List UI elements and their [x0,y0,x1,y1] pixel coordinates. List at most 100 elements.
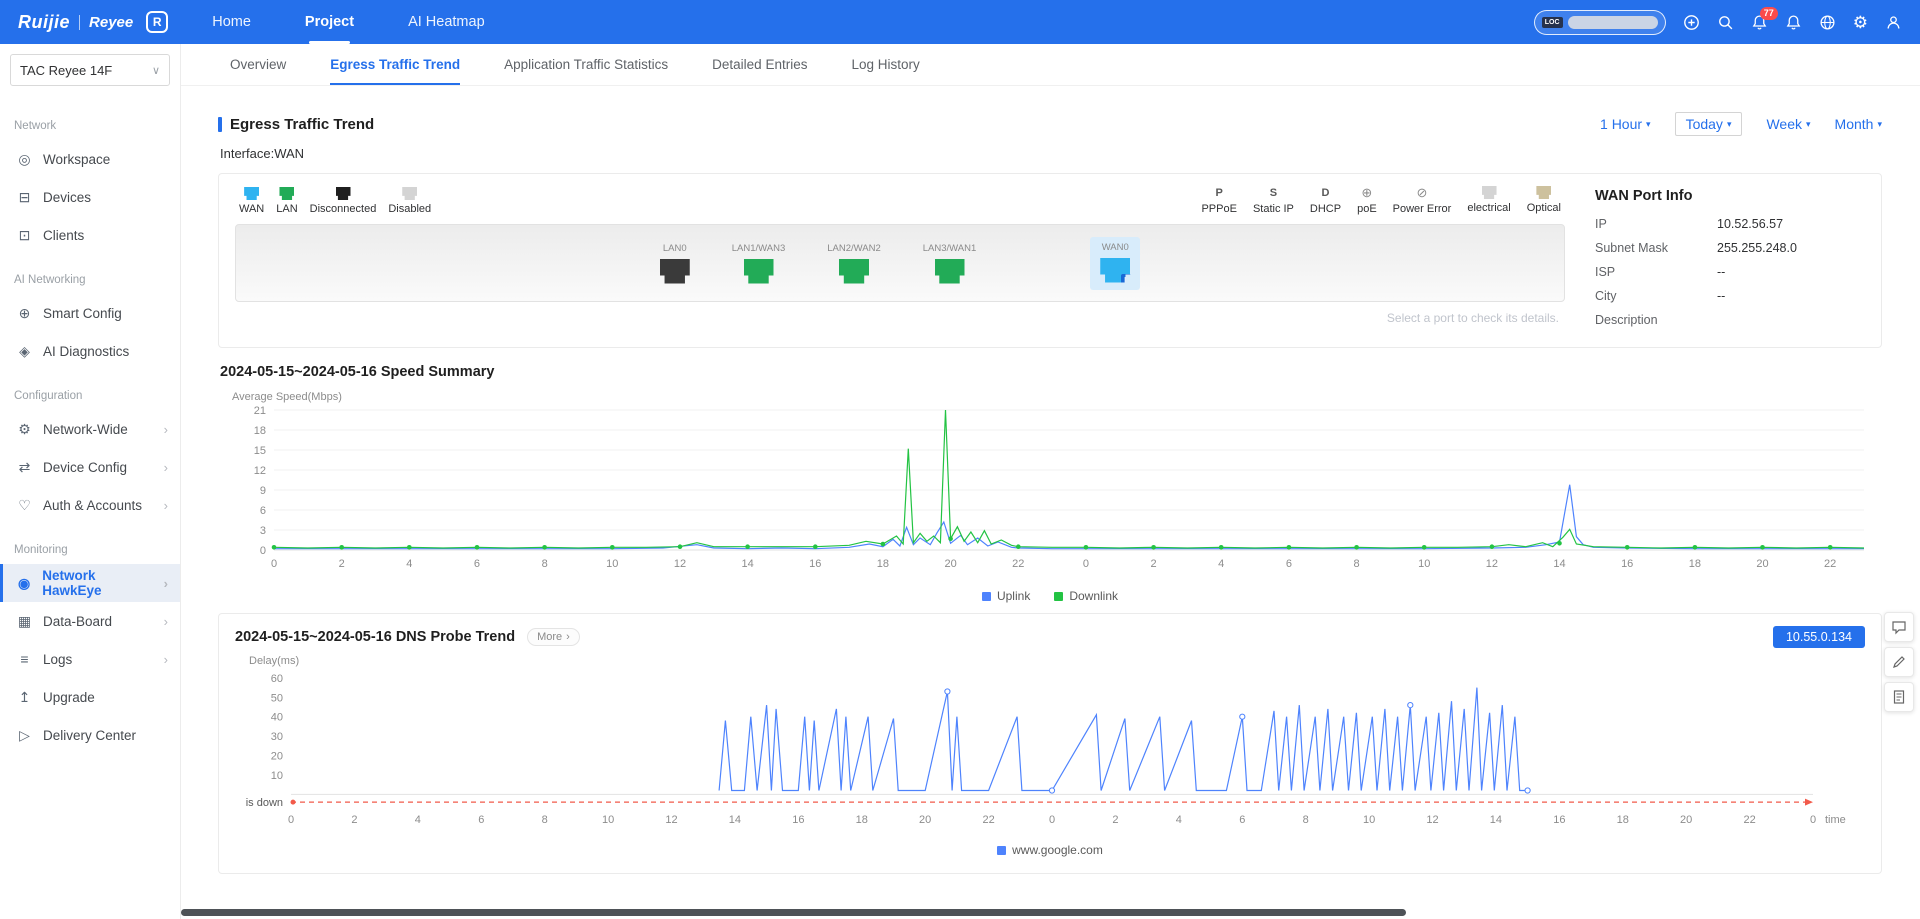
sidebar-item-workspace[interactable]: ◎Workspace [0,140,180,178]
port-lan0[interactable]: LAN0 [660,243,690,284]
settings-button[interactable]: ⚙ [1853,14,1868,31]
speed-summary-title: 2024-05-15~2024-05-16 Speed Summary [220,364,1882,380]
sidebar-item-network-hawkeye[interactable]: ◉Network HawkEye› [0,564,180,602]
floating-toolbar [1884,612,1914,712]
mode-legend-pppoe: PPPPoE [1201,186,1236,215]
search-button[interactable] [1717,14,1734,31]
mode-letter: S [1270,186,1277,200]
port-wan0[interactable]: WAN0D [1090,237,1140,290]
language-button[interactable] [1819,14,1836,31]
project-selector-label: TAC Reyee 14F [20,63,148,78]
svg-text:0: 0 [1810,814,1816,826]
svg-text:18: 18 [1617,814,1629,826]
time-filter-1-hour[interactable]: 1 Hour▾ [1600,116,1651,132]
chevron-right-icon: › [164,422,168,437]
port-mode-legend: PPPPoESStatic IPDDHCP⊕poE⊘Power Errorele… [1201,186,1561,215]
svg-text:time: time [1825,814,1846,826]
sidebar-item-network-wide[interactable]: ⚙Network-Wide› [0,410,180,448]
sidebar-item-upgrade[interactable]: ↥Upgrade [0,678,180,716]
port-legend-wan: WAN [239,187,264,215]
port-label: LAN2/WAN2 [827,243,881,254]
wan-info-row-ip: IP10.52.56.57 [1595,217,1859,231]
document-button[interactable] [1884,682,1914,712]
sidebar-item-devices[interactable]: ⊟Devices [0,178,180,216]
sidebar-item-device-config[interactable]: ⇄Device Config› [0,448,180,486]
feedback-chat-button[interactable] [1884,612,1914,642]
sidebar-item-smart-config[interactable]: ⊕Smart Config [0,294,180,332]
rj45-port-icon [935,259,965,284]
time-filter-label: Week [1766,116,1802,132]
wan-info-row-city: City-- [1595,289,1859,303]
chevron-right-icon: › [566,631,570,643]
dns-probe-chart[interactable]: 1020304050600246810121416182022024681012… [235,650,1865,843]
svg-text:0: 0 [1083,558,1089,570]
tab-application-traffic-statistics[interactable]: Application Traffic Statistics [504,44,668,85]
add-project-button[interactable] [1683,14,1700,31]
ai-diagnostics-icon: ◈ [16,343,33,360]
legend-www-google-com: www.google.com [997,843,1103,857]
more-button[interactable]: More › [527,628,580,646]
svg-text:12: 12 [1486,558,1498,570]
wan-info-label: City [1595,289,1717,303]
svg-text:40: 40 [271,712,283,724]
svg-text:10: 10 [606,558,618,570]
mode-legend-dhcp: DDHCP [1310,186,1341,215]
brand-divider [79,15,80,30]
account-button[interactable] [1885,14,1902,31]
edit-note-button[interactable] [1884,647,1914,677]
logs-icon: ≡ [16,651,33,667]
rj45-port-icon [839,259,869,284]
svg-text:16: 16 [809,558,821,570]
time-range-filters: 1 Hour▾Today▾Week▾Month▾ [1600,112,1882,136]
sidebar-item-auth-accounts[interactable]: ♡Auth & Accounts› [0,486,180,524]
port-lan3-wan1[interactable]: LAN3/WAN1 [923,243,977,284]
port-lan2-wan2[interactable]: LAN2/WAN2 [827,243,881,284]
svg-text:9: 9 [260,485,266,497]
svg-text:6: 6 [474,558,480,570]
nav-item-home[interactable]: Home [212,0,251,44]
smart-config-icon: ⊕ [16,305,33,322]
dhcp-badge: D [1121,274,1133,286]
dns-target-ip-badge[interactable]: 10.55.0.134 [1773,626,1865,648]
project-selector[interactable]: TAC Reyee 14F ∨ [10,54,170,86]
caret-down-icon: ▾ [1727,119,1732,130]
port-icon [244,187,259,200]
port-icon [1482,186,1497,199]
time-filter-week[interactable]: Week▾ [1766,116,1810,132]
horizontal-scrollbar[interactable] [181,909,1406,916]
nav-item-ai-heatmap[interactable]: AI Heatmap [408,0,485,44]
speed-summary-chart[interactable]: 0369121518210246810121416182022024681012… [218,384,1882,589]
svg-text:6: 6 [1286,558,1292,570]
document-icon [1891,689,1907,705]
sidebar-item-clients[interactable]: ⊡Clients [0,216,180,254]
svg-text:18: 18 [254,425,266,437]
global-search-input[interactable]: LOC [1534,10,1666,35]
brand-logo: Ruijie Reyee R [18,11,168,33]
port-status-panel: WANLANDisconnectedDisabled PPPPoESStatic… [218,173,1882,348]
sidebar-item-logs[interactable]: ≡Logs› [0,640,180,678]
device-port-diagram: LAN0 LAN1/WAN3 LAN2/WAN2 LAN3/WAN1 WAN0D [235,224,1565,302]
dns-chart-legend: www.google.com [235,843,1865,857]
alarm-bell-button[interactable]: 77 [1751,14,1768,31]
time-filter-label: 1 Hour [1600,116,1642,132]
nav-item-project[interactable]: Project [305,0,354,44]
tab-overview[interactable]: Overview [230,44,286,85]
tab-egress-traffic-trend[interactable]: Egress Traffic Trend [330,44,460,85]
sidebar-item-ai-diagnostics[interactable]: ◈AI Diagnostics [0,332,180,370]
time-filter-month[interactable]: Month▾ [1835,116,1882,132]
notification-bell-button[interactable] [1785,14,1802,31]
port-lan1-wan3[interactable]: LAN1/WAN3 [732,243,786,284]
mode-icon: ⊕ [1361,186,1372,200]
caret-down-icon: ▾ [1877,119,1882,130]
svg-text:15: 15 [254,445,266,457]
sidebar-item-data-board[interactable]: ▦Data-Board› [0,602,180,640]
tab-detailed-entries[interactable]: Detailed Entries [712,44,807,85]
gear-icon: ⚙ [1853,14,1868,31]
wan-info-value: 10.52.56.57 [1717,217,1783,231]
svg-text:2: 2 [351,814,357,826]
svg-text:6: 6 [260,505,266,517]
time-filter-today[interactable]: Today▾ [1675,112,1743,136]
bell-icon [1785,14,1802,31]
tab-log-history[interactable]: Log History [851,44,919,85]
sidebar-item-delivery-center[interactable]: ▷Delivery Center [0,716,180,754]
